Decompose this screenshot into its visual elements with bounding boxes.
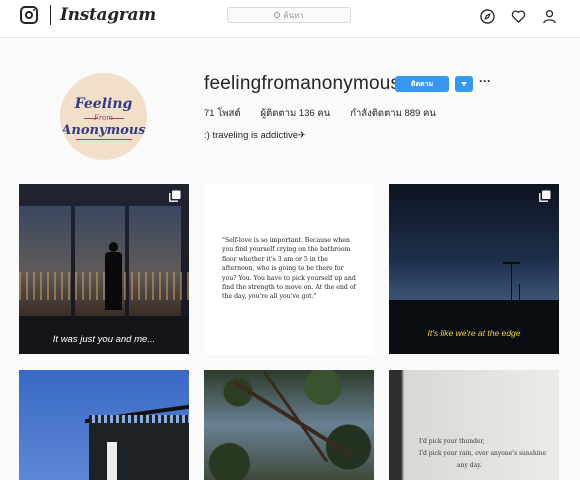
post-tile[interactable]: [19, 370, 189, 480]
book-line: I'd pick your rain, over anyone's sunshi…: [419, 450, 547, 457]
posts-count: 71 โพสต์: [204, 108, 241, 119]
suggestions-dropdown-button[interactable]: [455, 76, 473, 92]
post-tile[interactable]: "Self-love is so important. Because when…: [204, 184, 374, 354]
post-caption: It's like we're at the edge: [427, 328, 521, 338]
avatar-text-line-3: Anonymous: [61, 123, 146, 138]
top-nav: Instagram ค้นหา: [0, 0, 580, 38]
instagram-camera-icon[interactable]: [20, 6, 38, 24]
utility-pole: [511, 262, 512, 304]
avatar-decor-line: [110, 118, 124, 119]
avatar-text-line-1: Feeling: [74, 96, 133, 112]
heart-icon[interactable]: [511, 9, 526, 24]
post-tile[interactable]: I'd pick your thunder, I'd pick your rai…: [389, 370, 559, 480]
profile-username: feelingfromanonymous: [204, 73, 401, 94]
post-quote-text: "Self-love is so important. Because when…: [222, 237, 356, 301]
profile-stats: 71 โพสต์ ผู้ติดตาม 136 คน กำลังติดตาม 88…: [204, 106, 456, 121]
tree-leaves: [204, 370, 374, 480]
following-link[interactable]: กำลังติดตาม 889 คน: [350, 106, 436, 121]
building-wall: [107, 442, 117, 480]
instagram-wordmark[interactable]: Instagram: [60, 5, 156, 25]
silhouette-body: [105, 252, 122, 310]
avatar-text-line-2: From: [93, 114, 114, 122]
multiple-photos-icon: [539, 190, 551, 202]
profile-bio: :) traveling is addictive✈: [204, 130, 306, 141]
building: [89, 415, 189, 480]
horizon-silhouette: [389, 300, 559, 354]
book-line: any day.: [457, 462, 482, 469]
person-icon[interactable]: [542, 9, 557, 24]
utility-pole: [519, 284, 520, 302]
post-tile[interactable]: [204, 370, 374, 480]
post-tile[interactable]: It was just you and me...: [19, 184, 189, 354]
post-tile[interactable]: It's like we're at the edge: [389, 184, 559, 354]
compass-icon[interactable]: [480, 9, 495, 24]
book-line: I'd pick your thunder,: [419, 438, 485, 445]
followers-link[interactable]: ผู้ติดตาม 136 คน: [261, 106, 331, 121]
search-placeholder: ค้นหา: [283, 10, 304, 20]
profile-avatar[interactable]: Feeling From Anonymous: [60, 73, 147, 160]
silhouette-person: [104, 242, 122, 310]
book-page-text: I'd pick your thunder, I'd pick your rai…: [419, 436, 557, 472]
search-icon: [274, 12, 281, 18]
avatar-underline: [76, 139, 132, 140]
multiple-photos-icon: [169, 190, 181, 202]
more-options-button[interactable]: ···: [479, 74, 491, 88]
chevron-down-icon: [461, 82, 467, 86]
search-input[interactable]: ค้นหา: [227, 7, 351, 23]
post-caption: It was just you and me...: [52, 334, 156, 345]
follow-button[interactable]: ติดตาม: [395, 76, 449, 92]
silhouette-head: [109, 242, 118, 252]
nav-divider: [50, 5, 51, 25]
